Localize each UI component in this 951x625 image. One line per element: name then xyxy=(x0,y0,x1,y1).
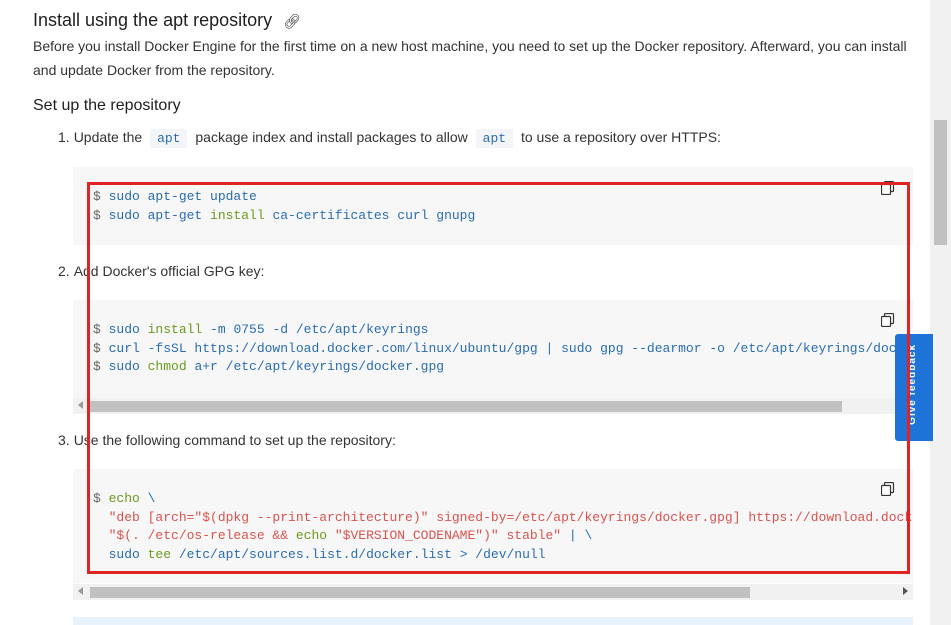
code-line: $ sudo apt-get update xyxy=(93,188,475,207)
code-token: \ xyxy=(147,491,156,506)
code-token: tee xyxy=(147,546,179,562)
scroll-left-icon[interactable] xyxy=(78,587,83,595)
code-line: $ sudo apt-get install ca-certificates c… xyxy=(93,207,475,226)
inline-code: apt xyxy=(475,129,514,148)
code-token: sudo apt-get xyxy=(108,207,211,223)
code-token: -m 0755 -d /etc/apt/keyrings xyxy=(210,322,429,337)
code-token: ca-certificates curl gnupg xyxy=(272,207,476,223)
section-heading-text: Install using the apt repository xyxy=(33,10,273,30)
code-token: install xyxy=(210,207,273,223)
note-callout xyxy=(73,617,913,625)
horizontal-scrollbar[interactable] xyxy=(73,398,913,414)
copy-icon[interactable] xyxy=(881,482,895,496)
step-number: 2. xyxy=(58,263,70,279)
code-block-2: $ sudo install -m 0755 -d /etc/apt/keyri… xyxy=(73,300,913,400)
code-token: sudo gpg --dearmor -o /etc/apt/keyrings/… xyxy=(561,340,897,356)
code-token: sudo xyxy=(108,359,148,374)
link-icon[interactable]: 🔗︎ xyxy=(283,13,301,29)
step-2: 2. Add Docker's official GPG key: xyxy=(58,263,264,279)
scrollbar-thumb[interactable] xyxy=(90,401,842,412)
copy-icon[interactable] xyxy=(881,313,895,327)
code-token: $ xyxy=(93,491,109,506)
code-token: sudo xyxy=(108,322,148,337)
code-line: sudo tee /etc/apt/sources.list.d/docker.… xyxy=(93,546,912,565)
code-token: echo xyxy=(295,528,335,543)
step-text: Use the following command to set up the … xyxy=(73,432,396,448)
code-token: "$VERSION_CODENAME")" stable" xyxy=(334,528,569,543)
code-lines: $ sudo install -m 0755 -d /etc/apt/keyri… xyxy=(93,321,897,377)
step-text: package index and install packages to al… xyxy=(195,129,468,145)
code-line: $ sudo chmod a+r /etc/apt/keyrings/docke… xyxy=(93,358,897,377)
code-token: curl -fsSL https://download.docker.com/l… xyxy=(108,340,546,356)
code-line: "deb [arch="$(dpkg --print-architecture)… xyxy=(93,509,913,528)
code-token: \ xyxy=(584,528,593,543)
horizontal-scrollbar[interactable] xyxy=(73,584,913,600)
code-token: install xyxy=(147,322,211,337)
step-1: 1. Update the apt package index and insta… xyxy=(58,129,721,148)
feedback-label: Give feedback xyxy=(907,344,918,425)
step-3: 3. Use the following command to set up th… xyxy=(58,432,396,448)
vertical-scrollbar-thumb[interactable] xyxy=(934,120,947,245)
step-number: 3. xyxy=(58,432,70,448)
code-token: /etc/apt/sources.list.d/docker.list > /d… xyxy=(178,546,546,562)
code-token: echo xyxy=(108,491,148,506)
vertical-scrollbar[interactable] xyxy=(930,0,951,625)
code-line: "$(. /etc/os-release && echo "$VERSION_C… xyxy=(93,527,912,546)
code-token: | xyxy=(568,528,585,543)
scroll-left-icon[interactable] xyxy=(78,401,83,409)
code-token: sudo xyxy=(108,546,148,562)
code-token: chmod xyxy=(147,359,195,374)
scrollbar-thumb[interactable] xyxy=(90,587,750,598)
code-block-1: $ sudo apt-get update $ sudo apt-get inst… xyxy=(73,167,913,245)
intro-paragraph: Before you install Docker Engine for the… xyxy=(33,38,907,78)
code-line: $ curl -fsSL https://download.docker.com… xyxy=(93,340,897,359)
code-token: a+r /etc/apt/keyrings/docker.gpg xyxy=(194,359,445,374)
feedback-button[interactable]: Give feedback xyxy=(895,334,933,441)
code-lines: $ echo \ "deb [arch="$(dpkg --print-arch… xyxy=(93,490,912,564)
code-token: sudo apt-get update xyxy=(108,189,257,204)
step-number: 1. xyxy=(58,129,70,145)
code-line: $ sudo install -m 0755 -d /etc/apt/keyri… xyxy=(93,321,897,340)
step-text: Add Docker's official GPG key: xyxy=(73,263,265,279)
code-lines: $ sudo apt-get update $ sudo apt-get inst… xyxy=(93,188,475,225)
step-text: Update the xyxy=(73,129,143,145)
section-heading: Install using the apt repository 🔗︎ xyxy=(33,10,301,31)
code-line: $ echo \ xyxy=(93,490,912,509)
inline-code: apt xyxy=(150,129,188,148)
code-token: $ xyxy=(93,340,109,356)
code-token: $ xyxy=(93,207,109,223)
code-token: | xyxy=(545,340,562,356)
step-text: to use a repository over HTTPS: xyxy=(520,129,721,145)
code-token: $ xyxy=(93,189,109,204)
subheading: Set up the repository xyxy=(33,97,181,114)
code-token: "$(. /etc/os-release && xyxy=(108,528,296,543)
code-token: "deb [arch="$(dpkg --print-architecture)… xyxy=(108,509,913,525)
code-token: $ xyxy=(93,322,109,337)
main-content: Install using the apt repository 🔗︎ Befo… xyxy=(0,0,930,625)
code-block-3: $ echo \ "deb [arch="$(dpkg --print-arch… xyxy=(73,469,913,583)
scroll-right-icon[interactable] xyxy=(903,587,908,595)
copy-icon[interactable] xyxy=(881,181,895,195)
code-token: $ xyxy=(93,359,109,374)
